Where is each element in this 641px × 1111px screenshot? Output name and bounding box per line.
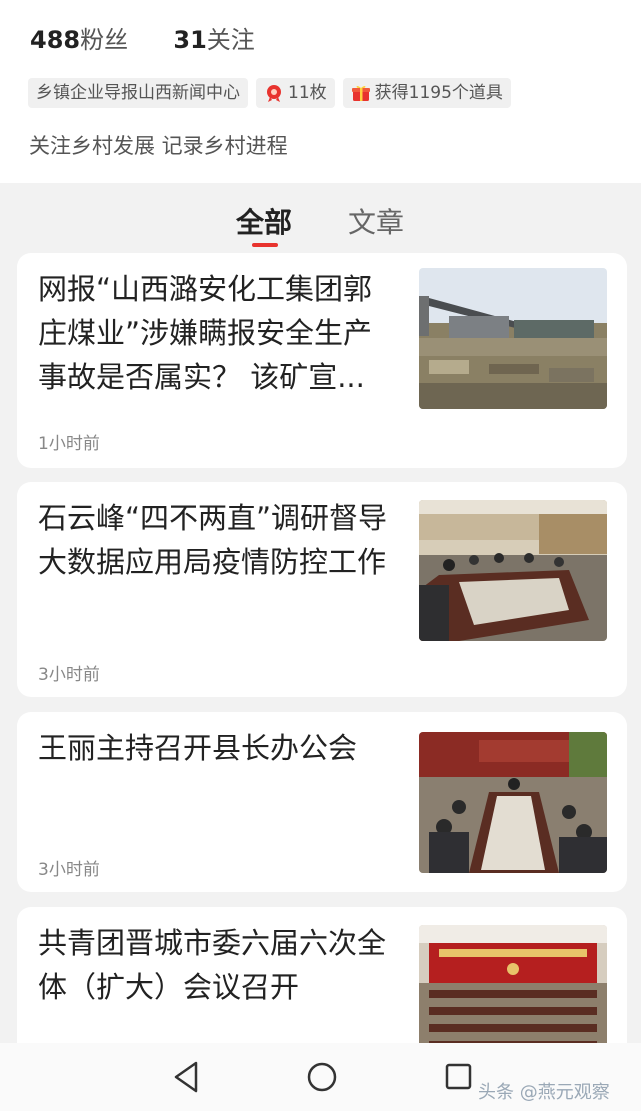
medal-icon xyxy=(264,83,284,103)
medal-tag[interactable]: 11枚 xyxy=(256,78,335,108)
props-tag[interactable]: 获得1195个道具 xyxy=(342,78,511,108)
following-count: 31 xyxy=(173,26,207,54)
content-tabs: 全部 文章 xyxy=(0,183,641,253)
article-thumbnail-office-meeting xyxy=(419,732,607,873)
article-time: 1小时前 xyxy=(38,434,100,454)
fans-label: 粉丝 xyxy=(80,26,129,54)
article-time: 3小时前 xyxy=(38,665,100,685)
props-tag-label: 获得1195个道具 xyxy=(374,83,503,103)
gift-icon xyxy=(351,83,371,103)
fans-stat[interactable]: 488粉丝 xyxy=(30,26,136,54)
back-icon[interactable] xyxy=(170,1059,202,1099)
article-card-3[interactable]: 王丽主持召开县长办公会 3小时前 xyxy=(17,712,627,892)
profile-bio: 关注乡村发展 记录乡村进程 xyxy=(29,134,288,158)
article-time: 3小时前 xyxy=(38,860,100,880)
following-stat[interactable]: 31关注 xyxy=(173,26,254,54)
article-card-2[interactable]: 石云峰“四不两直”调研督导大数据应用局疫情防控工作 3小时前 xyxy=(17,482,627,697)
tab-all[interactable]: 全部 xyxy=(236,201,292,241)
medal-tag-label: 11枚 xyxy=(288,83,327,103)
tab-articles[interactable]: 文章 xyxy=(348,201,404,241)
profile-header: 488粉丝 31关注 乡镇企业导报山西新闻中心 11枚 获得1195个道具 关注… xyxy=(0,0,641,183)
article-thumbnail-coal-mine xyxy=(419,268,607,409)
article-title: 石云峰“四不两直”调研督导大数据应用局疫情防控工作 xyxy=(38,501,388,579)
article-title: 王丽主持召开县长办公会 xyxy=(38,731,358,765)
fans-count: 488 xyxy=(30,26,81,54)
article-thumbnail-meeting-room xyxy=(419,500,607,641)
watermark: 头条 @燕元观察 xyxy=(478,1082,610,1103)
following-label: 关注 xyxy=(206,26,255,54)
article-title: 网报“山西潞安化工集团郭庄煤业”涉嫌瞒报安全生产事故是否属实？ 该矿宣... xyxy=(38,272,373,394)
profile-stats: 488粉丝 31关注 xyxy=(30,20,255,55)
article-title: 共青团晋城市委六届六次全体（扩大）会议召开 xyxy=(38,926,387,1004)
active-tab-indicator xyxy=(252,243,278,247)
profile-tags: 乡镇企业导报山西新闻中心 11枚 获得1195个道具 xyxy=(28,78,511,108)
home-icon[interactable] xyxy=(305,1059,339,1099)
source-tag-label: 乡镇企业导报山西新闻中心 xyxy=(36,83,240,103)
source-tag[interactable]: 乡镇企业导报山西新闻中心 xyxy=(28,78,248,108)
recents-icon[interactable] xyxy=(444,1059,474,1099)
article-card-1[interactable]: 网报“山西潞安化工集团郭庄煤业”涉嫌瞒报安全生产事故是否属实？ 该矿宣... 1… xyxy=(17,253,627,468)
